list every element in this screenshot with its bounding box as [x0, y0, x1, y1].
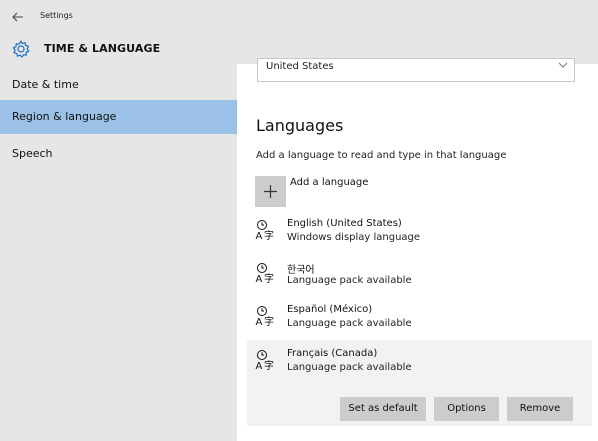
options-button[interactable]: Options — [434, 397, 499, 421]
language-status: Language pack available — [287, 318, 412, 329]
remove-button[interactable]: Remove — [507, 397, 573, 421]
plus-icon — [264, 185, 277, 198]
add-language-button[interactable] — [255, 176, 286, 207]
back-arrow-icon — [12, 12, 23, 22]
svg-text:字: 字 — [264, 359, 274, 371]
set-as-default-button[interactable]: Set as default — [340, 397, 426, 421]
country-value: United States — [266, 61, 334, 72]
svg-text:A: A — [256, 231, 263, 241]
svg-text:A: A — [256, 361, 263, 371]
language-pack-icon: A 字 — [256, 350, 274, 371]
sidebar-header: TIME & LANGUAGE — [0, 34, 237, 64]
sidebar-item-date-time[interactable]: Date & time — [0, 68, 237, 102]
language-item-korean[interactable]: A 字 한국어 Language pack available — [247, 253, 592, 293]
svg-text:字: 字 — [264, 272, 274, 284]
language-item-english[interactable]: A 字 English (United States) Windows disp… — [247, 210, 592, 250]
section-header-label: TIME & LANGUAGE — [44, 42, 161, 55]
svg-text:A: A — [256, 274, 263, 284]
language-status: Language pack available — [287, 362, 412, 373]
svg-text:字: 字 — [264, 229, 274, 241]
language-name: Français (Canada) — [287, 348, 378, 359]
add-language-label[interactable]: Add a language — [290, 177, 368, 188]
language-pack-icon: A 字 — [256, 263, 274, 284]
window-title: Settings — [40, 11, 73, 20]
back-button[interactable] — [4, 7, 32, 27]
languages-title: Languages — [256, 116, 344, 135]
language-item-spanish[interactable]: A 字 Español (México) Language pack avail… — [247, 296, 592, 336]
sidebar: TIME & LANGUAGE Date & time Region & lan… — [0, 34, 237, 441]
sidebar-item-region-language[interactable]: Region & language — [0, 100, 237, 134]
sidebar-item-speech[interactable]: Speech — [0, 137, 237, 171]
language-name: 한국어 — [287, 265, 315, 276]
language-pack-icon: A 字 — [256, 220, 274, 241]
title-bar: Settings — [0, 0, 598, 34]
gear-icon — [12, 40, 30, 58]
languages-description: Add a language to read and type in that … — [256, 150, 507, 161]
country-dropdown[interactable]: United States — [257, 58, 575, 82]
language-item-french[interactable]: A 字 Français (Canada) Language pack avai… — [247, 340, 592, 426]
language-name: English (United States) — [287, 218, 402, 229]
main-content: United States Languages Add a language t… — [237, 58, 598, 441]
language-pack-icon: A 字 — [256, 306, 274, 327]
language-status: Windows display language — [287, 232, 421, 243]
language-name: Español (México) — [287, 304, 373, 315]
svg-text:A: A — [256, 317, 263, 327]
chevron-down-icon — [558, 62, 568, 68]
language-status: Language pack available — [287, 275, 412, 286]
svg-text:字: 字 — [264, 315, 274, 327]
